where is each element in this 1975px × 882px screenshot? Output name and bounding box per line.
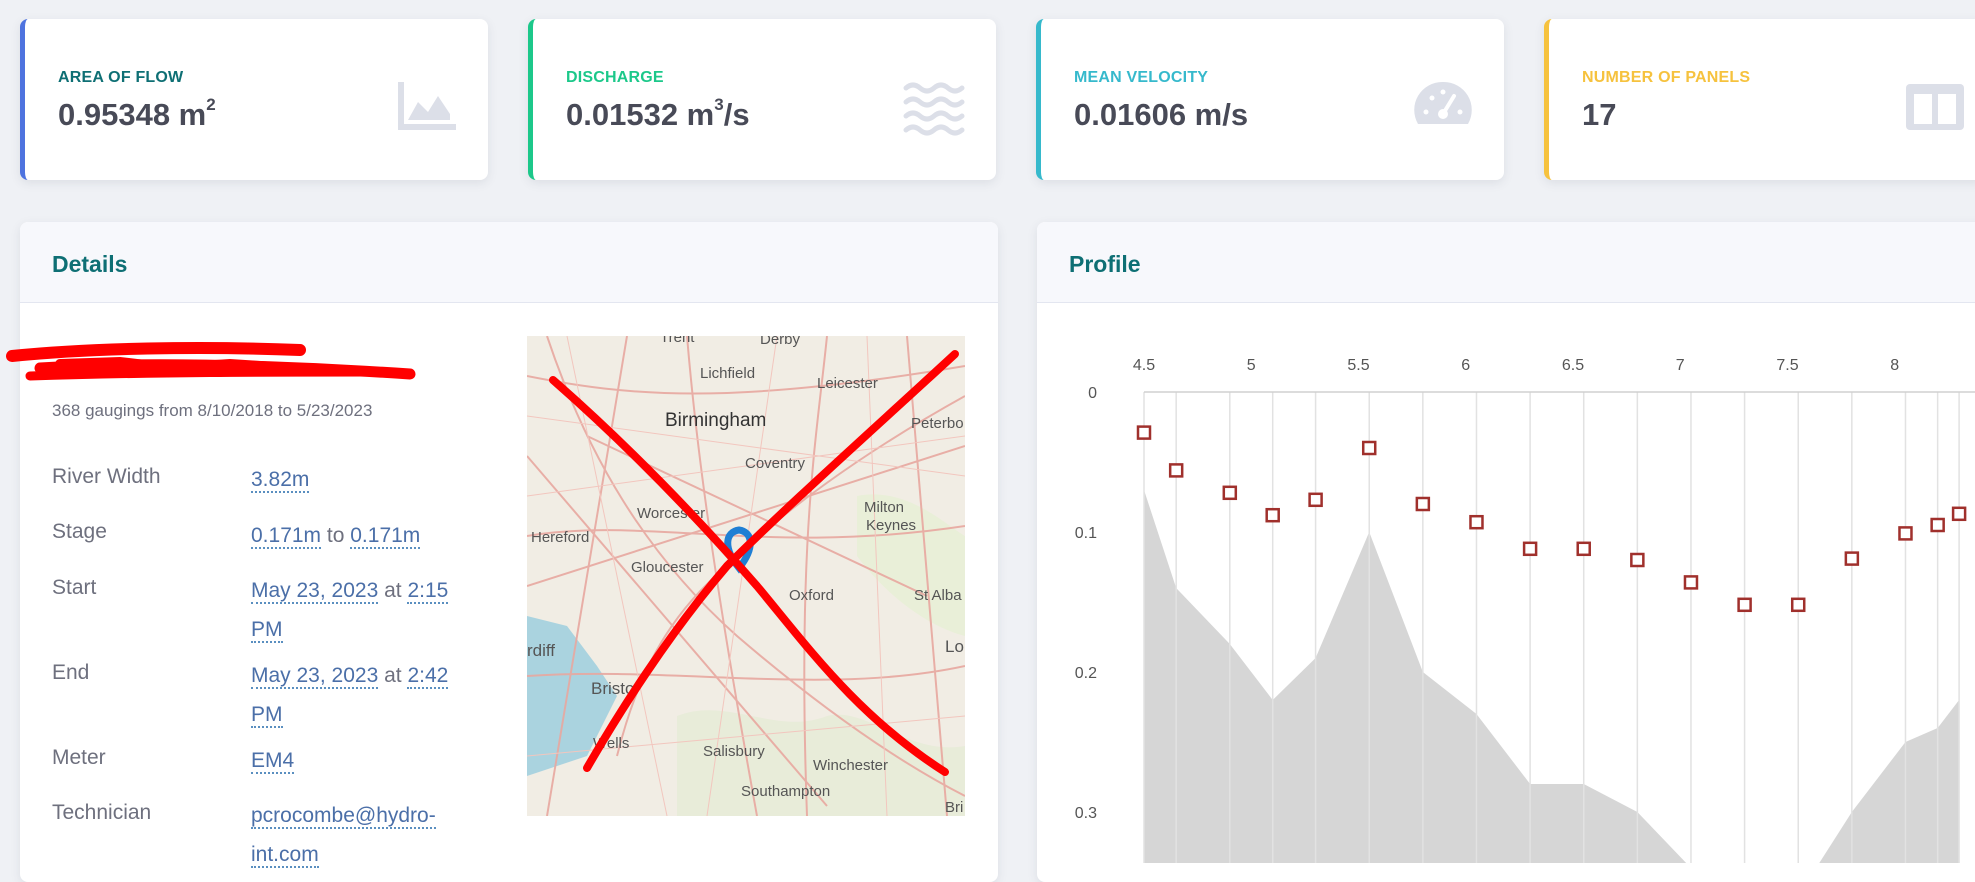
data-point bbox=[1136, 425, 1152, 440]
stage-label: Stage bbox=[52, 520, 107, 543]
x-tick-label: 8 bbox=[1890, 357, 1899, 374]
y-tick-label: 0 bbox=[1088, 385, 1097, 402]
end-at-text: at bbox=[384, 664, 402, 687]
svg-text:St Alba: St Alba bbox=[914, 587, 962, 604]
kpi-card-number-of-panels: NUMBER OF PANELS 17 bbox=[1544, 19, 1975, 180]
data-point bbox=[1222, 485, 1238, 501]
stage-to-link[interactable]: 0.171m bbox=[350, 524, 421, 549]
kpi-value: 0.95348 m2 bbox=[58, 94, 216, 132]
kpi-card-area-of-flow: AREA OF FLOW 0.95348 m2 bbox=[20, 19, 488, 180]
data-point bbox=[1683, 575, 1699, 590]
data-point bbox=[1469, 514, 1484, 530]
x-tick-label: 6 bbox=[1461, 357, 1470, 374]
svg-text:Birmingham: Birmingham bbox=[665, 410, 766, 431]
svg-text:rdiff: rdiff bbox=[527, 641, 555, 660]
svg-text:Gloucester: Gloucester bbox=[631, 559, 704, 576]
data-point bbox=[1737, 597, 1752, 613]
data-point bbox=[1951, 506, 1967, 522]
river-width-label: River Width bbox=[52, 465, 161, 488]
start-date-link[interactable]: May 23, 2023 bbox=[251, 579, 379, 604]
speedometer-icon bbox=[1414, 81, 1472, 124]
end-value: May 23, 2023 at 2:42 PM bbox=[251, 656, 481, 734]
data-point bbox=[1168, 463, 1184, 478]
details-title: Details bbox=[52, 251, 128, 277]
data-point bbox=[1930, 517, 1945, 533]
x-tick-label: 6.5 bbox=[1562, 357, 1584, 374]
profile-chart: 4.5 5 5.5 6 6.5 7 7.5 8 0 0.1 0.2 0.3 bbox=[1075, 357, 1975, 863]
kpi-value: 0.01532 m3/s bbox=[566, 94, 750, 132]
data-point bbox=[1265, 507, 1280, 523]
svg-text:Oxford: Oxford bbox=[789, 587, 834, 604]
svg-text:Keynes: Keynes bbox=[866, 517, 916, 534]
data-point bbox=[1415, 496, 1431, 512]
data-point bbox=[1790, 597, 1806, 613]
kpi-label: AREA OF FLOW bbox=[58, 69, 184, 86]
river-width-value: 3.82m bbox=[251, 460, 481, 499]
start-value: May 23, 2023 at 2:15 PM bbox=[251, 571, 481, 649]
stage-value: 0.171m to 0.171m bbox=[251, 516, 481, 555]
columns-icon bbox=[1906, 84, 1964, 130]
redaction-scribble bbox=[6, 342, 416, 381]
profile-title: Profile bbox=[1069, 251, 1141, 277]
data-point bbox=[1522, 541, 1538, 557]
svg-text:Salisbury: Salisbury bbox=[703, 743, 765, 760]
technician-value: pcrocombe@hydro-int.com bbox=[251, 796, 481, 874]
meter-value: EM4 bbox=[251, 741, 481, 780]
data-point bbox=[1630, 552, 1645, 568]
bed-profile-area bbox=[1144, 490, 1960, 863]
data-point bbox=[1361, 440, 1377, 456]
kpi-card-discharge: DISCHARGE 0.01532 m3/s bbox=[528, 19, 996, 180]
technician-label: Technician bbox=[52, 801, 152, 824]
stage-from-link[interactable]: 0.171m bbox=[251, 524, 322, 549]
river-width-link[interactable]: 3.82m bbox=[251, 468, 310, 493]
area-chart-icon bbox=[398, 82, 456, 130]
svg-text:Leicester: Leicester bbox=[817, 375, 878, 392]
x-tick-label: 5 bbox=[1247, 357, 1256, 374]
svg-text:Lichfield: Lichfield bbox=[700, 365, 755, 382]
end-label: End bbox=[52, 661, 90, 684]
y-tick-label: 0.3 bbox=[1075, 805, 1097, 822]
kpi-label: MEAN VELOCITY bbox=[1074, 69, 1209, 86]
data-point bbox=[1308, 492, 1323, 508]
kpi-value: 0.01606 m/s bbox=[1074, 97, 1249, 132]
svg-text:Bri: Bri bbox=[945, 799, 963, 816]
end-date-link[interactable]: May 23, 2023 bbox=[251, 664, 379, 689]
start-at-text: at bbox=[384, 579, 402, 602]
stage-to-text: to bbox=[326, 524, 345, 547]
svg-text:Derby: Derby bbox=[760, 336, 801, 348]
svg-text:Lo: Lo bbox=[945, 637, 964, 656]
x-tick-label: 7 bbox=[1676, 357, 1685, 374]
svg-text:Milton: Milton bbox=[864, 499, 904, 516]
x-tick-label: 5.5 bbox=[1347, 357, 1369, 374]
x-tick-label: 4.5 bbox=[1133, 357, 1155, 374]
data-point bbox=[1898, 526, 1913, 541]
data-point bbox=[1576, 541, 1591, 557]
meter-link[interactable]: EM4 bbox=[251, 749, 295, 774]
y-tick-label: 0.2 bbox=[1075, 665, 1097, 682]
kpi-value: 17 bbox=[1582, 97, 1617, 132]
x-tick-label: 7.5 bbox=[1776, 357, 1798, 374]
meter-label: Meter bbox=[52, 746, 106, 769]
data-point bbox=[1844, 551, 1860, 566]
gaugings-summary: 368 gaugings from 8/10/2018 to 5/23/2023 bbox=[52, 401, 373, 420]
water-icon bbox=[903, 82, 965, 136]
svg-text:Coventry: Coventry bbox=[745, 455, 806, 472]
svg-text:Winchester: Winchester bbox=[813, 757, 888, 774]
start-label: Start bbox=[52, 576, 97, 599]
technician-link[interactable]: pcrocombe@hydro-int.com bbox=[251, 804, 436, 868]
svg-text:Hereford: Hereford bbox=[531, 529, 589, 546]
kpi-label: DISCHARGE bbox=[566, 69, 664, 86]
details-header: Details bbox=[20, 222, 998, 303]
profile-header: Profile bbox=[1037, 222, 1975, 303]
svg-text:Peterbo: Peterbo bbox=[911, 415, 964, 432]
svg-text:Southampton: Southampton bbox=[741, 783, 830, 800]
location-map[interactable]: Trent Derby Lichfield Leicester Birmingh… bbox=[527, 336, 965, 816]
y-tick-label: 0.1 bbox=[1075, 525, 1097, 542]
kpi-card-mean-velocity: MEAN VELOCITY 0.01606 m/s bbox=[1036, 19, 1504, 180]
kpi-label: NUMBER OF PANELS bbox=[1582, 69, 1751, 86]
svg-text:Trent: Trent bbox=[660, 336, 695, 346]
